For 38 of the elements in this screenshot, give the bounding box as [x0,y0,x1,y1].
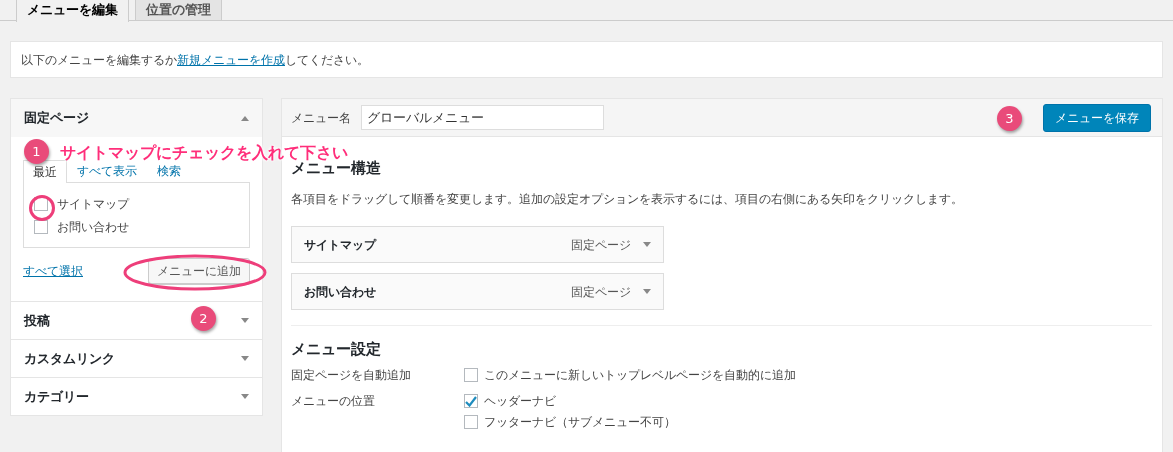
select-all-link[interactable]: すべて選択 [23,262,83,280]
item-title: サイトマップ [304,236,376,254]
tab[interactable]: メニューを編集 [16,0,129,22]
expand-arrow-icon[interactable] [643,289,651,294]
menu-name-field[interactable]: グローバルメニュー [361,105,604,130]
checkbox-label: ヘッダーナビ [484,393,556,410]
checkbox[interactable] [464,415,478,429]
item-type-label: 固定ページ [571,283,631,301]
expand-arrow-icon[interactable] [241,318,249,323]
menu-item-bar[interactable]: お問い合わせ 固定ページ [291,273,664,310]
setting-label: メニューの位置 [291,393,376,410]
section-heading: メニュー設定 [291,340,382,358]
tab[interactable]: 位置の管理 [135,0,222,20]
highlight-circle [29,195,55,221]
tab[interactable]: 最近 [23,160,67,183]
checkbox[interactable] [464,394,478,408]
add-to-menu-button[interactable]: メニューに追加 [148,258,250,284]
save-menu-button[interactable]: メニューを保存 [1043,103,1151,132]
menu-item-bar[interactable]: サイトマップ 固定ページ [291,226,664,263]
create-menu-link[interactable]: 新規メニューを作成 [177,52,285,67]
tab[interactable]: 検索 [147,159,191,182]
accordion-header[interactable]: 固定ページ [11,99,262,137]
setting-label: 固定ページを自動追加 [291,367,412,384]
checkbox-label: お問い合わせ [57,218,129,236]
instruction-text: サイトマップにチェックを入れて下さい [60,142,348,162]
item-type-label: 固定ページ [571,236,631,254]
item-title: お問い合わせ [304,283,376,301]
expand-arrow-icon[interactable] [241,356,249,361]
checkbox-label: サイトマップ [57,195,129,213]
expand-arrow-icon[interactable] [643,242,651,247]
collapse-arrow-icon[interactable] [241,115,249,121]
checkbox-label: このメニューに新しいトップレベルページを自動的に追加 [484,367,796,384]
notice-text: 以下のメニューを編集するか新規メニューを作成してください。 [21,51,369,69]
expand-arrow-icon[interactable] [241,394,249,399]
description-text: 各項目をドラッグして順番を変更します。追加の設定オプションを表示するには、項目の右側にある矢印をクリックします。 [291,191,964,208]
checkbox[interactable] [464,368,478,382]
checkbox-label: フッターナビ（サブメニュー不可） [484,414,676,431]
field-label: メニュー名 [291,109,351,127]
